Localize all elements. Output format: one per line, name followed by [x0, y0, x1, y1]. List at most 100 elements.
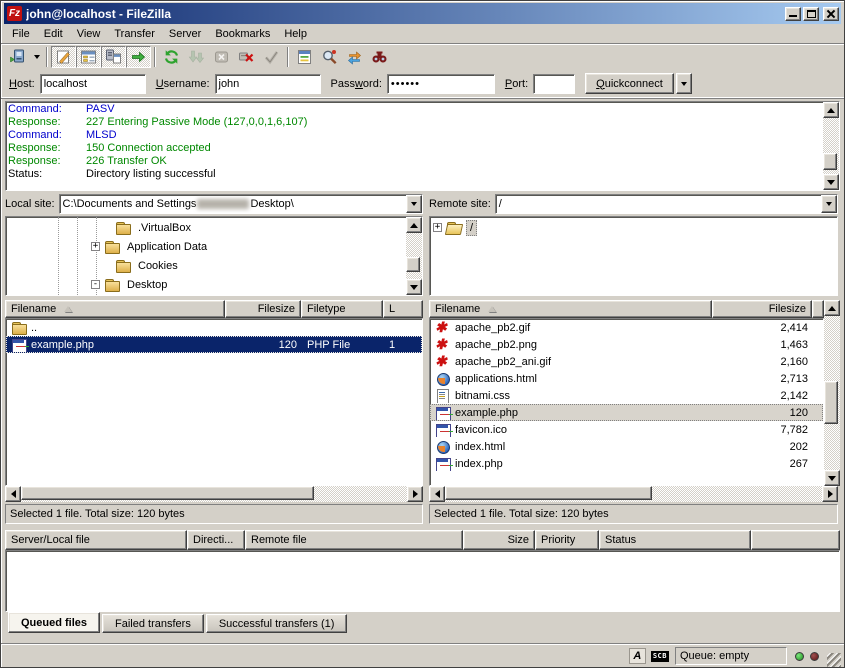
tab-successful-transfers[interactable]: Successful transfers (1) [206, 614, 348, 633]
column-header-filename[interactable]: Filename [429, 300, 712, 318]
parent-directory-row[interactable]: .. [6, 319, 422, 336]
site-manager-button[interactable] [5, 46, 30, 68]
tree-item[interactable]: +/ [430, 218, 837, 237]
file-row[interactable]: applications.html2,713 [430, 370, 823, 387]
scroll-left-button[interactable] [429, 486, 445, 502]
directory-comparison-icon [321, 49, 338, 65]
file-row[interactable]: index.html202 [430, 438, 823, 455]
file-row[interactable]: apache_pb2.png1,463 [430, 336, 823, 353]
port-input[interactable] [533, 74, 575, 94]
menu-file[interactable]: File [5, 26, 37, 42]
scroll-down-button[interactable] [406, 279, 422, 295]
directory-listing-filters-button[interactable] [292, 46, 317, 68]
message-log-icon [55, 49, 72, 65]
toolbar-separator [287, 47, 289, 67]
remote-site-combo[interactable]: / [495, 194, 838, 214]
filezilla-logo-icon: Fz [7, 6, 22, 21]
toggle-message-log-button[interactable] [51, 46, 76, 68]
directory-comparison-button[interactable] [317, 46, 342, 68]
collapse-icon[interactable]: - [91, 280, 100, 289]
toggle-transfer-queue-button[interactable] [126, 46, 151, 68]
quickconnect-bar: Host: localhost Username: john Password:… [1, 69, 844, 99]
quickconnect-button[interactable]: Quickconnect [585, 73, 674, 94]
disconnect-button[interactable] [234, 46, 259, 68]
file-row-selected[interactable]: example.php120 [430, 404, 823, 421]
file-row[interactable]: index.php267 [430, 455, 823, 472]
column-header-filetype[interactable]: Filetype [301, 300, 383, 318]
tree-item[interactable]: .VirtualBox [6, 218, 406, 237]
toggle-local-tree-button[interactable] [76, 46, 101, 68]
scroll-left-button[interactable] [5, 486, 21, 502]
column-header-priority[interactable]: Priority [535, 530, 599, 550]
file-row-selected[interactable]: example.php 120 PHP File 1 [6, 336, 422, 353]
scrollbar-thumb[interactable] [445, 486, 652, 500]
title-bar[interactable]: Fz john@localhost - FileZilla [4, 3, 841, 24]
reconnect-button[interactable] [259, 46, 284, 68]
host-input[interactable]: localhost [40, 74, 146, 94]
scroll-down-button[interactable] [824, 470, 840, 486]
tree-item[interactable]: Cookies [6, 256, 406, 275]
find-files-button[interactable] [367, 46, 392, 68]
column-header-server-local-file[interactable]: Server/Local file [5, 530, 187, 550]
file-row[interactable]: favicon.ico7,782 [430, 421, 823, 438]
menu-transfer[interactable]: Transfer [107, 26, 162, 42]
scroll-down-button[interactable] [823, 174, 839, 190]
column-header-direction[interactable]: Directi... [187, 530, 245, 550]
menu-bookmarks[interactable]: Bookmarks [208, 26, 277, 42]
scroll-up-button[interactable] [824, 300, 840, 316]
column-header-filename[interactable]: Filename [5, 300, 225, 318]
local-horizontal-scrollbar[interactable] [5, 486, 423, 502]
process-queue-button[interactable] [184, 46, 209, 68]
scrollbar-thumb[interactable] [21, 486, 314, 500]
local-site-combo[interactable]: C:\Documents and SettingsDesktop\ [59, 194, 423, 214]
cancel-operation-button[interactable] [209, 46, 234, 68]
remote-site-dropdown[interactable] [821, 195, 837, 213]
tree-item[interactable]: -Desktop [6, 275, 406, 294]
local-site-dropdown[interactable] [406, 195, 422, 213]
synchronized-browsing-button[interactable] [342, 46, 367, 68]
file-row[interactable]: bitnami.css2,142 [430, 387, 823, 404]
remote-file-list-header: Filename Filesize [429, 300, 824, 318]
refresh-button[interactable] [159, 46, 184, 68]
scrollbar-thumb[interactable] [823, 153, 837, 170]
toolbar [1, 43, 844, 69]
tab-queued-files[interactable]: Queued files [8, 612, 100, 633]
column-header-remote-file[interactable]: Remote file [245, 530, 463, 550]
menu-view[interactable]: View [70, 26, 108, 42]
scroll-up-button[interactable] [823, 102, 839, 118]
remote-horizontal-scrollbar[interactable] [429, 486, 838, 502]
maximize-button[interactable] [803, 7, 819, 21]
resize-grip[interactable] [827, 653, 841, 667]
expand-icon[interactable]: + [433, 223, 442, 232]
column-header-size[interactable]: Size [463, 530, 535, 550]
menu-edit[interactable]: Edit [37, 26, 70, 42]
column-header-status[interactable]: Status [599, 530, 751, 550]
tab-failed-transfers[interactable]: Failed transfers [102, 614, 204, 633]
file-row[interactable]: apache_pb2_ani.gif2,160 [430, 353, 823, 370]
toggle-remote-tree-button[interactable] [101, 46, 126, 68]
menu-help[interactable]: Help [277, 26, 314, 42]
file-row[interactable]: apache_pb2.gif2,414 [430, 319, 823, 336]
column-header-lastmodified[interactable]: L [383, 300, 423, 318]
tree-item[interactable]: +Application Data [6, 237, 406, 256]
menu-server[interactable]: Server [162, 26, 208, 42]
host-label: Host: [9, 78, 35, 90]
local-tree-scrollbar[interactable] [406, 217, 422, 295]
column-header-filesize[interactable]: Filesize [225, 300, 301, 318]
log-line: Response:227 Entering Passive Mode (127,… [8, 116, 821, 129]
site-manager-dropdown[interactable] [30, 46, 43, 68]
close-button[interactable] [823, 7, 839, 21]
username-input[interactable]: john [215, 74, 321, 94]
scroll-up-button[interactable] [406, 217, 422, 233]
scroll-right-button[interactable] [407, 486, 423, 502]
log-scrollbar[interactable] [823, 102, 839, 190]
minimize-button[interactable] [785, 7, 801, 21]
quickconnect-dropdown[interactable] [676, 73, 692, 94]
column-header-filesize[interactable]: Filesize [712, 300, 812, 318]
scroll-right-button[interactable] [822, 486, 838, 502]
scrollbar-thumb[interactable] [824, 381, 838, 424]
scrollbar-thumb[interactable] [406, 257, 420, 272]
password-input[interactable]: •••••• [387, 74, 495, 94]
expand-icon[interactable]: + [91, 242, 100, 251]
remote-list-scrollbar[interactable] [824, 300, 840, 486]
